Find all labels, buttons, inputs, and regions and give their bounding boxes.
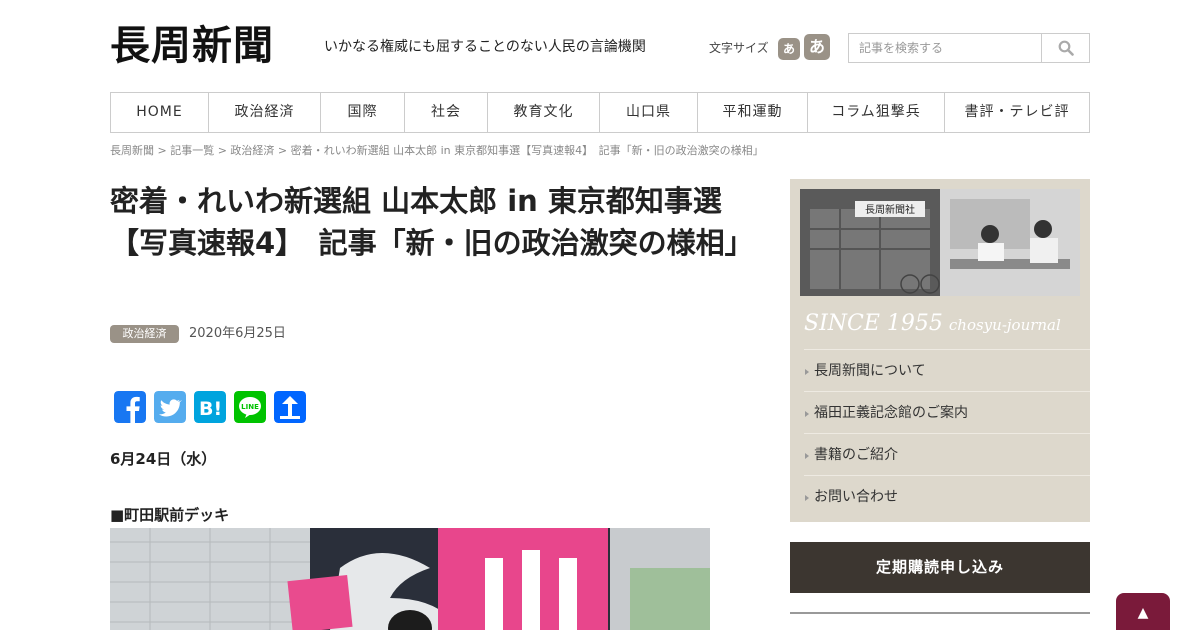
- article-date: 2020年6月25日: [189, 326, 286, 341]
- svg-text:LINE: LINE: [241, 403, 259, 411]
- sidebar-link-books[interactable]: 書籍のご紹介: [804, 433, 1090, 475]
- sidebar-divider: [790, 612, 1090, 614]
- sidebar-link-memorial[interactable]: 福田正義記念館のご案内: [804, 391, 1090, 433]
- site-tagline: いかなる権威にも屈することのない人民の言論機関: [324, 39, 646, 55]
- breadcrumb[interactable]: 長周新聞 > 記事一覧 > 政治経済 > 密着・れいわ新選組 山本太郎 in 東…: [110, 144, 764, 158]
- article-photo: [110, 528, 710, 630]
- subscribe-button[interactable]: 定期購読申し込み: [790, 542, 1090, 593]
- site-logo[interactable]: 長周新聞: [110, 22, 274, 70]
- office-photo: 長周新聞社: [800, 189, 1080, 296]
- line-icon[interactable]: LINE: [234, 391, 266, 423]
- since-1955-banner: SINCE 1955 chosyu-journal: [804, 309, 1061, 340]
- share-icon[interactable]: [274, 391, 306, 423]
- search-input[interactable]: [849, 34, 1041, 62]
- search-icon: [1058, 40, 1074, 56]
- sidebar-link-contact[interactable]: お問い合わせ: [804, 475, 1090, 517]
- nav-item-education-culture[interactable]: 教育文化: [487, 93, 599, 132]
- facebook-icon[interactable]: [114, 391, 146, 423]
- category-badge[interactable]: 政治経済: [110, 325, 179, 343]
- nav-item-column[interactable]: コラム狙撃兵: [807, 93, 944, 132]
- font-size-label: 文字サイズ: [709, 41, 769, 55]
- article-title: 密着・れいわ新選組 山本太郎 in 東京都知事選【写真速報4】 記事「新・旧の政…: [110, 184, 754, 260]
- main-nav: HOME 政治経済 国際 社会 教育文化 山口県 平和運動 コラム狙撃兵 書評・…: [110, 92, 1090, 133]
- sidebar-about-box: 長周新聞社 SINCE 1955 chosyu-journal 長周新聞について …: [790, 179, 1090, 522]
- font-size-large-button[interactable]: あ: [804, 34, 830, 60]
- hatena-bookmark-icon[interactable]: B!: [194, 391, 226, 423]
- sidebar-link-about[interactable]: 長周新聞について: [804, 349, 1090, 391]
- day-heading: 6月24日（水）: [110, 450, 217, 468]
- nav-item-international[interactable]: 国際: [320, 93, 404, 132]
- location-heading: ■町田駅前デッキ: [110, 506, 230, 524]
- nav-item-home[interactable]: HOME: [111, 93, 208, 132]
- twitter-icon[interactable]: [154, 391, 186, 423]
- font-size-small-button[interactable]: あ: [778, 38, 800, 60]
- nav-item-politics-economy[interactable]: 政治経済: [208, 93, 320, 132]
- back-to-top-button[interactable]: ▲: [1116, 593, 1170, 630]
- search-box: [848, 33, 1090, 63]
- since-sub: chosyu-journal: [948, 316, 1061, 334]
- nav-item-reviews[interactable]: 書評・テレビ評: [944, 93, 1089, 132]
- search-button[interactable]: [1041, 34, 1089, 62]
- nav-item-society[interactable]: 社会: [404, 93, 487, 132]
- since-text: SINCE 1955: [804, 311, 943, 336]
- nav-item-yamaguchi[interactable]: 山口県: [599, 93, 697, 132]
- svg-text:B!: B!: [199, 398, 222, 420]
- office-sign: 長周新聞社: [865, 203, 915, 216]
- nav-item-peace-movement[interactable]: 平和運動: [697, 93, 807, 132]
